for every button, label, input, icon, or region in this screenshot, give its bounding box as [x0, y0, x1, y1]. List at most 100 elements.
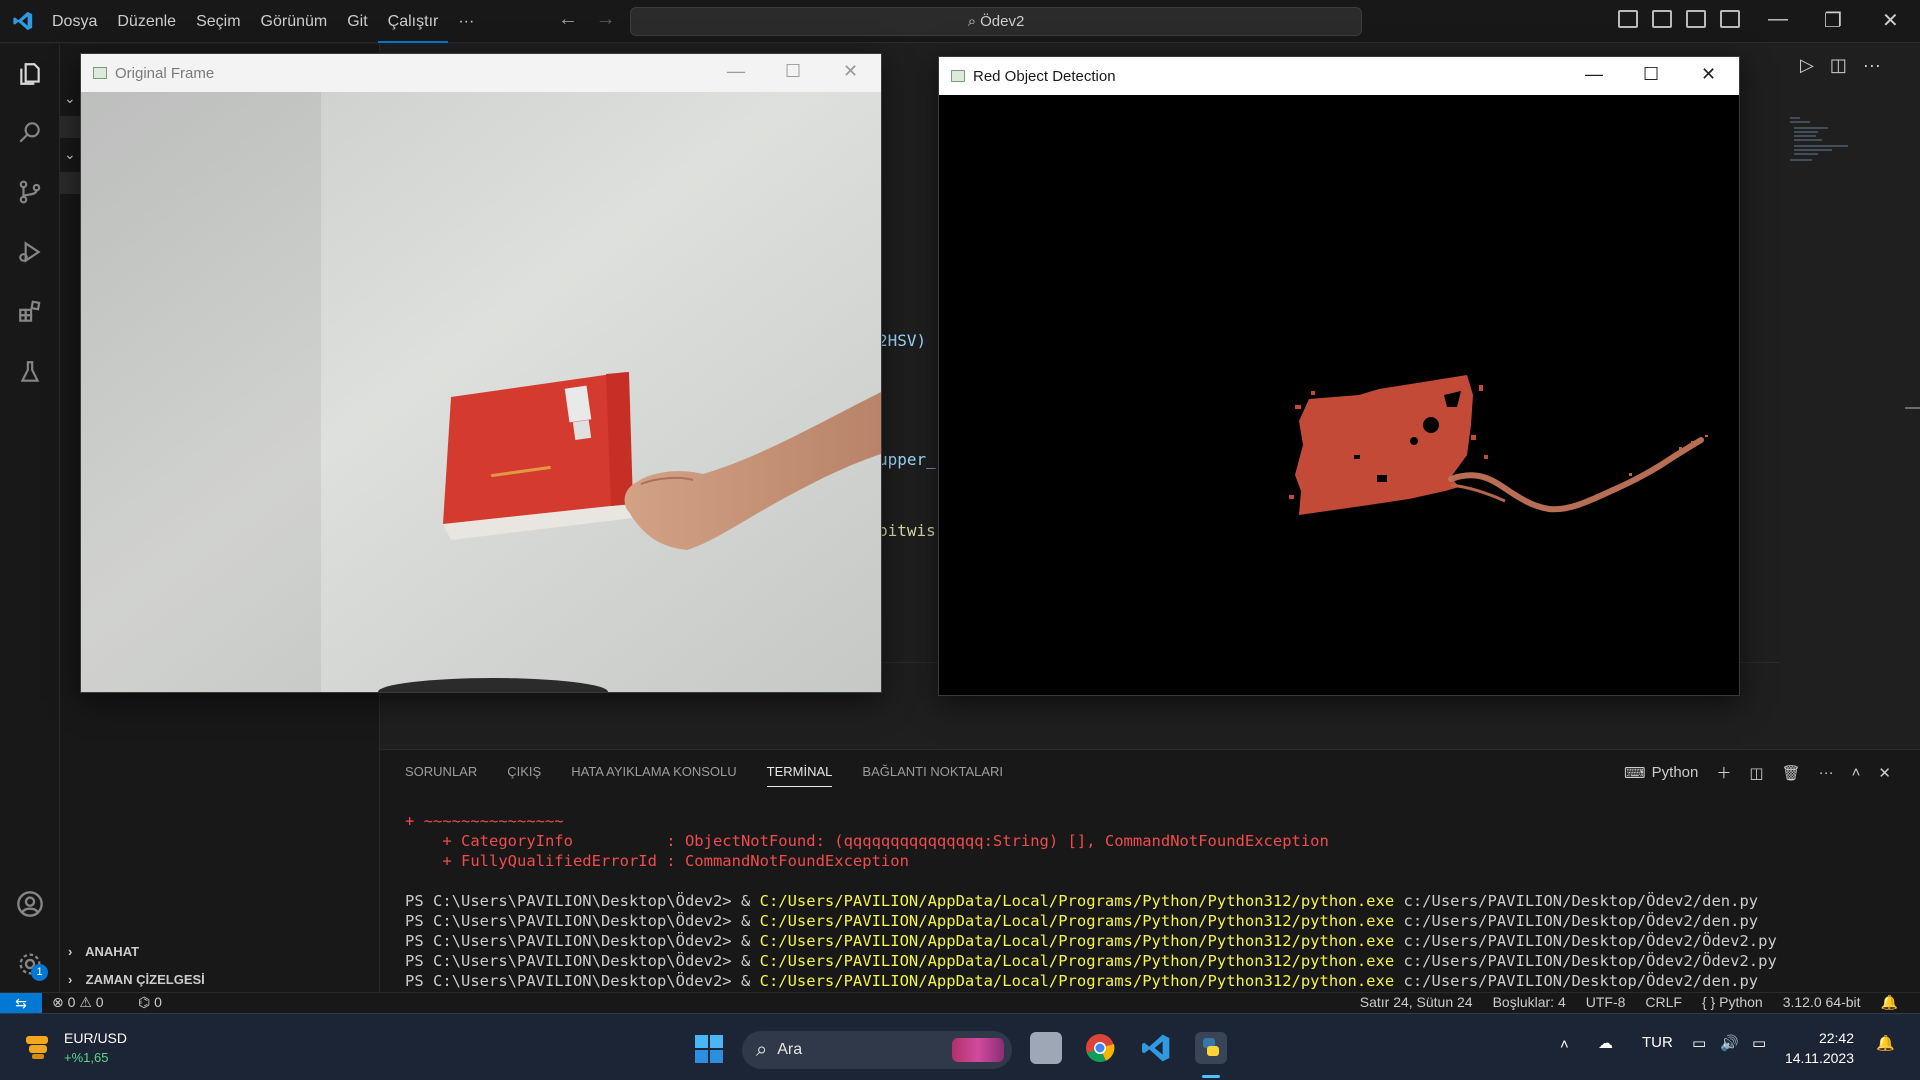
search-highlight-icon	[952, 1038, 1004, 1062]
outline-section[interactable]: › ANAHAT	[68, 944, 139, 959]
window-title-bar[interactable]: Red Object Detection — ☐ ✕	[939, 57, 1739, 95]
outline-label: ANAHAT	[85, 944, 140, 959]
remote-indicator-icon[interactable]: ⇆	[0, 993, 42, 1014]
more-actions-icon[interactable]: ···	[1863, 55, 1881, 76]
warning-count: 0	[95, 994, 104, 1010]
workspace-name: Ödev2	[980, 13, 1025, 30]
toggle-secondary-sidebar-icon[interactable]	[1686, 10, 1706, 28]
show-hidden-icons-icon[interactable]: ˄	[1560, 1036, 1569, 1053]
clock-time[interactable]: 22:42	[1792, 1030, 1854, 1046]
input-language[interactable]: TUR	[1642, 1034, 1673, 1051]
terminal-line: PS C:\Users\PAVILION\Desktop\Ödev2> & C:…	[405, 932, 1777, 950]
close-icon[interactable]: ✕	[843, 61, 858, 82]
notifications-bell-icon[interactable]: 🔔	[1881, 994, 1898, 1011]
menu-bar: Dosya Düzenle Seçim Görünüm Git Çalıştır…	[42, 0, 484, 43]
status-right: Satır 24, Sütun 24 Boşluklar: 4 UTF-8 CR…	[1360, 994, 1898, 1011]
back-arrow-icon[interactable]: ←	[558, 8, 578, 30]
task-view-icon[interactable]	[1030, 1032, 1062, 1064]
explorer-row[interactable]	[60, 116, 80, 138]
clock-date[interactable]: 14.11.2023	[1782, 1050, 1854, 1066]
vscode-taskbar-icon[interactable]	[1140, 1032, 1172, 1064]
search-icon: ⌕	[756, 1038, 768, 1061]
menu-selection[interactable]: Seçim	[186, 0, 250, 43]
mask-frame	[939, 95, 1739, 695]
maximize-icon[interactable]: ☐	[785, 61, 801, 82]
tab-problems[interactable]: SORUNLAR	[405, 764, 477, 787]
minimize-icon[interactable]: —	[1585, 64, 1603, 85]
close-icon[interactable]: ✕	[1882, 8, 1899, 33]
toggle-panel-icon[interactable]	[1652, 10, 1672, 28]
battery-icon[interactable]: ▭	[1752, 1034, 1766, 1052]
run-debug-icon[interactable]	[14, 236, 46, 268]
explorer-row[interactable]	[60, 172, 80, 194]
taskbar-search[interactable]: ⌕ Ara	[742, 1031, 1012, 1069]
tab-output[interactable]: ÇIKIŞ	[507, 764, 541, 787]
windows-taskbar: EUR/USD +%1,65 ⌕ Ara ˄ ☁ TUR ▭ 🔊 ▭ 22:42…	[0, 1013, 1920, 1080]
run-python-file-icon[interactable]: ▷	[1800, 55, 1814, 76]
menu-file[interactable]: Dosya	[42, 0, 107, 43]
close-icon[interactable]: ✕	[1701, 64, 1716, 85]
widget-title: EUR/USD	[64, 1030, 128, 1046]
menu-run[interactable]: Çalıştır	[377, 0, 449, 43]
chevron-down-icon[interactable]: ⌄	[64, 146, 76, 163]
extensions-icon[interactable]	[14, 296, 46, 328]
menu-go[interactable]: Git	[337, 0, 377, 43]
menu-edit[interactable]: Düzenle	[107, 0, 186, 43]
encoding[interactable]: UTF-8	[1586, 994, 1626, 1011]
python-interpreter[interactable]: 3.12.0 64-bit	[1783, 994, 1861, 1011]
forward-arrow-icon[interactable]: →	[596, 8, 616, 30]
minimap[interactable]	[1788, 114, 1858, 174]
restore-icon[interactable]: ❐	[1824, 8, 1842, 33]
explorer-icon[interactable]	[14, 58, 46, 90]
accounts-icon[interactable]	[14, 888, 46, 920]
start-button[interactable]	[694, 1034, 724, 1069]
red-object-detection-window[interactable]: Red Object Detection — ☐ ✕	[938, 56, 1740, 696]
nav-arrows: ← →	[558, 8, 616, 31]
maximize-icon[interactable]: ☐	[1643, 64, 1659, 85]
notifications-bell-icon[interactable]: 🔔	[1876, 1034, 1895, 1052]
tab-terminal[interactable]: TERMİNAL	[766, 764, 833, 787]
customize-layout-icon[interactable]	[1720, 10, 1740, 28]
language-mode[interactable]: { } Python	[1702, 994, 1763, 1011]
app-window-icon	[93, 67, 107, 79]
terminal-name[interactable]: Python	[1652, 764, 1699, 781]
menu-more[interactable]: ···	[448, 0, 484, 43]
minimize-icon[interactable]: —	[727, 61, 745, 82]
indentation[interactable]: Boşluklar: 4	[1493, 994, 1566, 1011]
minimize-icon[interactable]: —	[1768, 8, 1788, 31]
tab-ports[interactable]: BAĞLANTI NOKTALARI	[862, 764, 1003, 787]
maximize-panel-icon[interactable]: ˄	[1852, 764, 1861, 781]
terminal-line: PS C:\Users\PAVILION\Desktop\Ödev2> & C:…	[405, 892, 1759, 910]
problems-status[interactable]: ⊗ 0 ⚠ 0	[52, 994, 104, 1011]
split-terminal-icon[interactable]: ◫	[1749, 764, 1763, 782]
split-editor-icon[interactable]: ◫	[1830, 55, 1847, 76]
panel-actions: ⌨ Python ＋ ◫ 🗑 ··· ˄ ✕	[1624, 762, 1891, 783]
volume-icon[interactable]: 🔊	[1720, 1034, 1739, 1052]
trash-icon[interactable]: 🗑	[1782, 764, 1801, 782]
window-title-bar[interactable]: Original Frame — ☐ ✕	[81, 54, 881, 92]
chrome-icon[interactable]	[1084, 1032, 1116, 1064]
chevron-down-icon[interactable]: ⌄	[64, 90, 76, 107]
weather-widget-icon[interactable]	[22, 1030, 54, 1062]
menu-view[interactable]: Görünüm	[251, 0, 338, 43]
cursor-position[interactable]: Satır 24, Sütun 24	[1360, 994, 1473, 1011]
ports-status[interactable]: ⌬ 0	[138, 994, 162, 1011]
camera-frame	[81, 92, 881, 692]
toggle-primary-sidebar-icon[interactable]	[1618, 10, 1638, 28]
command-center-search[interactable]: ⌕ Ödev2	[630, 7, 1362, 36]
terminal-line: + CategoryInfo : ObjectNotFound: (qqqqqq…	[405, 832, 1329, 850]
end-of-line[interactable]: CRLF	[1645, 994, 1682, 1011]
timeline-section[interactable]: › ZAMAN ÇİZELGESİ	[68, 972, 205, 987]
python-taskbar-icon[interactable]	[1195, 1032, 1227, 1064]
original-frame-window[interactable]: Original Frame — ☐ ✕	[80, 53, 882, 693]
close-panel-icon[interactable]: ✕	[1878, 764, 1891, 782]
search-icon[interactable]	[14, 116, 46, 148]
network-icon[interactable]: ▭	[1692, 1034, 1706, 1052]
more-actions-icon[interactable]: ···	[1819, 764, 1834, 781]
onedrive-icon[interactable]: ☁	[1598, 1034, 1613, 1052]
code-fragment: upper_	[878, 450, 936, 469]
source-control-icon[interactable]	[14, 176, 46, 208]
testing-icon[interactable]	[14, 356, 46, 388]
tab-debug-console[interactable]: HATA AYIKLAMA KONSOLU	[571, 764, 736, 787]
new-terminal-icon[interactable]: ＋	[1716, 762, 1731, 783]
